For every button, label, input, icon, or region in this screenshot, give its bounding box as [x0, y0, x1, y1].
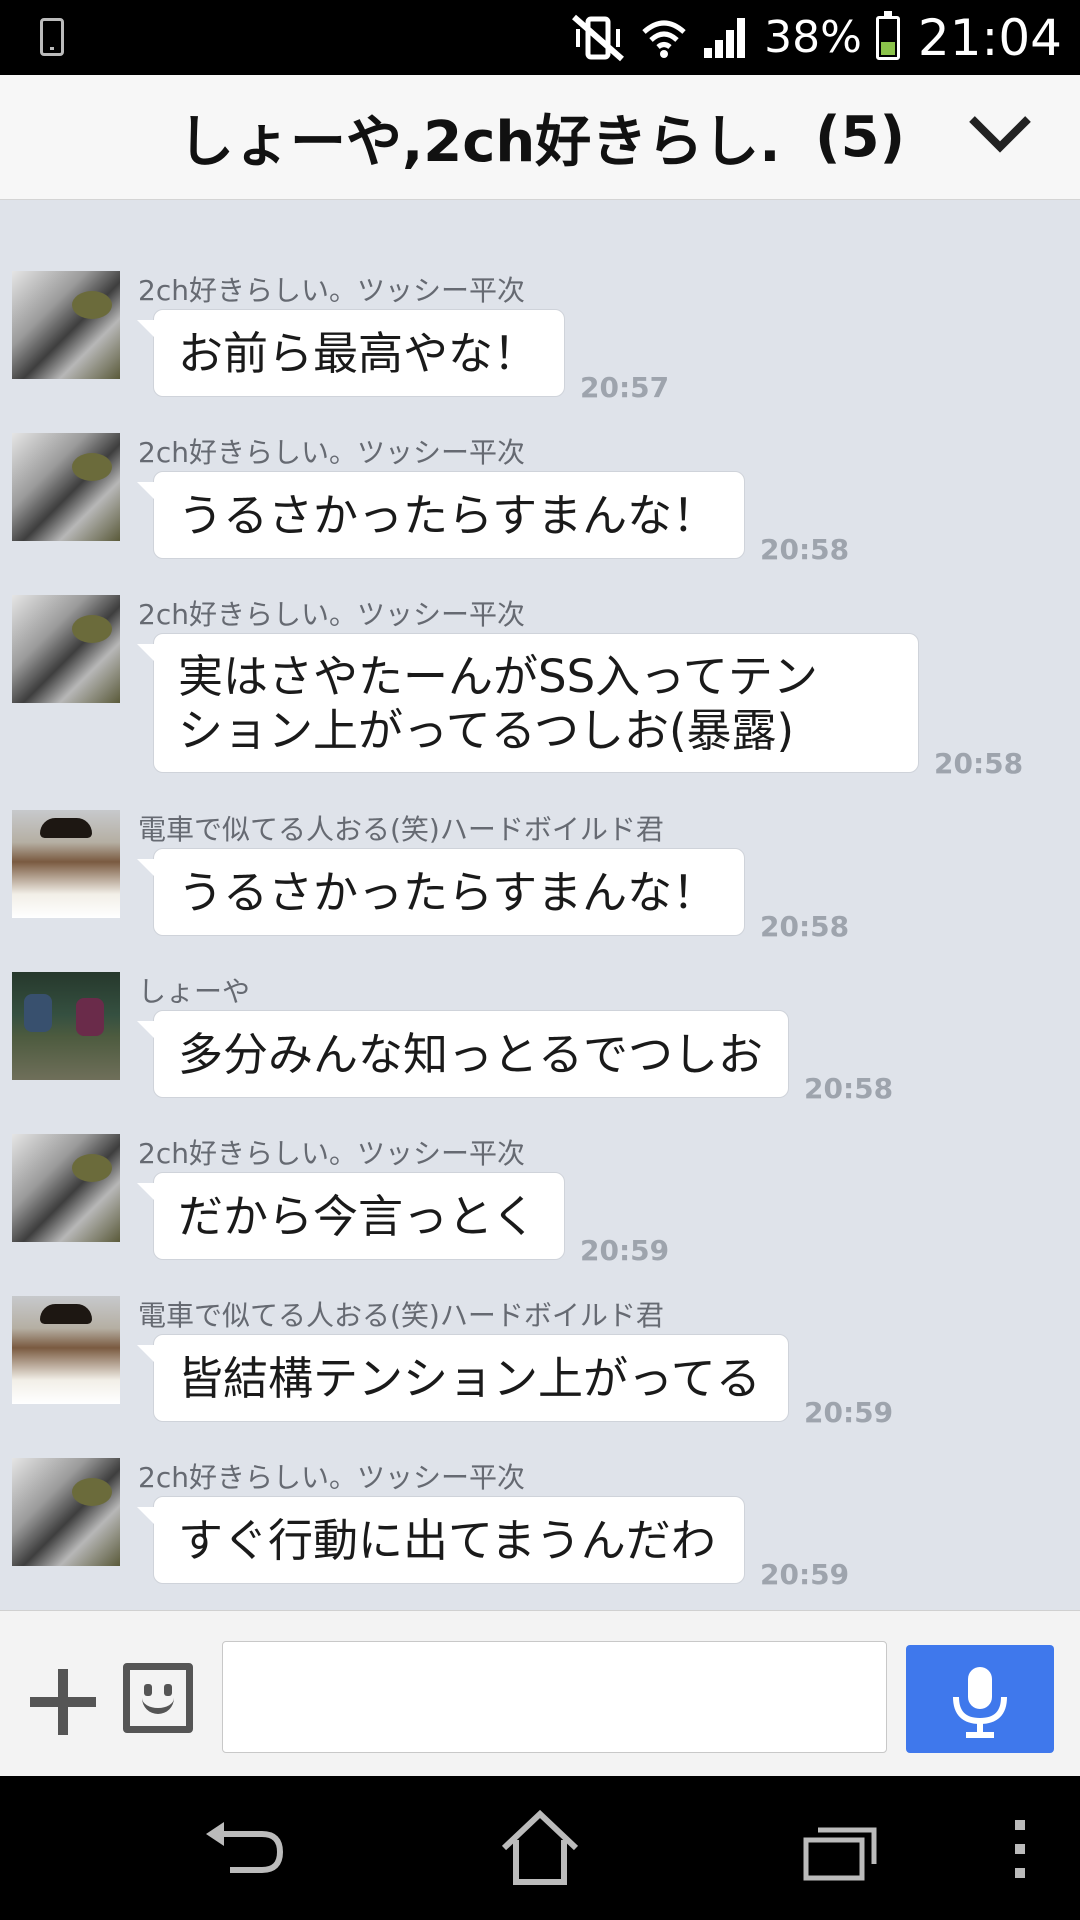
message-timestamp: 20:59 [804, 1396, 894, 1429]
message-text: うるさかったらすまんな！ [178, 489, 718, 542]
message-text: うるさかったらすまんな！ [178, 866, 718, 919]
message-timestamp: 20:57 [580, 371, 670, 404]
message-timestamp: 20:59 [760, 1558, 850, 1591]
avatar[interactable] [12, 271, 120, 379]
chat-header: しょーや,2ch好きらし... (5) [0, 75, 1080, 200]
message-text: お前ら最高やな！ [178, 327, 539, 380]
message-row: 電車で似てる人おる(笑)ハードボイルド君うるさかったらすまんな！ 20:58 [0, 808, 1080, 946]
message-timestamp: 20:58 [760, 533, 850, 566]
avatar[interactable] [12, 1296, 120, 1404]
message-list[interactable]: お前ら最高やな！ 20:572ch好きらしい。ツッシー平次お前ら最高やな！ 20:5… [0, 200, 1080, 1610]
message-timestamp: 20:59 [580, 1234, 670, 1267]
message-timestamp: 20:58 [760, 910, 850, 943]
message-timestamp: 20:58 [804, 1072, 894, 1105]
message-bubble[interactable]: うるさかったらすまんな！ [137, 471, 745, 559]
wifi-icon [642, 20, 686, 58]
input-bar [0, 1610, 1080, 1776]
avatar[interactable] [12, 1458, 120, 1566]
navigation-bar [0, 1776, 1080, 1920]
battery-icon [875, 10, 900, 60]
sender-name: 2ch好きらしい。ツッシー平次 [138, 598, 525, 631]
chat-title[interactable]: しょーや,2ch好きらし... [178, 97, 778, 178]
message-row: 2ch好きらしい。ツッシー平次すぐ行動に出てまうんだわ 20:59 [0, 1456, 1080, 1594]
message-input[interactable] [222, 1641, 887, 1753]
message-bubble[interactable]: だから今言っとく [137, 1172, 565, 1260]
avatar[interactable] [12, 810, 120, 918]
overflow-menu-icon[interactable] [1000, 1806, 1040, 1890]
sender-name: 2ch好きらしい。ツッシー平次 [138, 436, 525, 469]
message-text: 実はさやたーんがSS入ってテン ション上がってるつしお(暴露) [178, 650, 818, 757]
avatar[interactable] [12, 595, 120, 703]
message-text: すぐ行動に出てまうんだわ [178, 1514, 716, 1567]
message-row: 2ch好きらしい。ツッシー平次うるさかったらすまんな！ 20:58 [0, 431, 1080, 569]
battery-percent: 38% [764, 12, 862, 63]
message-bubble[interactable]: すぐ行動に出てまうんだわ [137, 1496, 745, 1584]
voice-button[interactable] [906, 1645, 1054, 1753]
phone-icon [40, 18, 64, 56]
avatar[interactable] [12, 1134, 120, 1242]
message-text: 多分みんな知っとるでつしお [178, 1028, 764, 1081]
avatar[interactable] [12, 972, 120, 1080]
member-count: (5) [815, 105, 906, 170]
back-icon[interactable] [200, 1806, 290, 1890]
vibrate-icon [572, 14, 625, 61]
emoji-icon[interactable] [123, 1663, 193, 1733]
chevron-down-icon[interactable] [968, 103, 1032, 163]
message-row: しょーや多分みんな知っとるでつしお 20:58 [0, 970, 1080, 1108]
message-row: 電車で似てる人おる(笑)ハードボイルド君皆結構テンション上がってる 20:59 [0, 1294, 1080, 1432]
recent-apps-icon[interactable] [800, 1806, 884, 1890]
message-bubble[interactable]: 皆結構テンション上がってる [137, 1334, 789, 1422]
sender-name: 2ch好きらしい。ツッシー平次 [138, 274, 525, 307]
sender-name: 2ch好きらしい。ツッシー平次 [138, 1461, 525, 1494]
message-bubble[interactable]: うるさかったらすまんな！ [137, 848, 745, 936]
message-text: 皆結構テンション上がってる [178, 1352, 761, 1405]
status-bar: 38% 21:04 [0, 0, 1080, 75]
home-icon[interactable] [498, 1806, 582, 1890]
sender-name: 電車で似てる人おる(笑)ハードボイルド君 [138, 813, 664, 846]
signal-icon [704, 17, 746, 58]
message-bubble[interactable]: お前ら最高やな！ [137, 309, 565, 397]
plus-icon[interactable] [30, 1669, 96, 1735]
microphone-icon [953, 1667, 1007, 1738]
sender-name: 電車で似てる人おる(笑)ハードボイルド君 [138, 1299, 664, 1332]
sender-name: 2ch好きらしい。ツッシー平次 [138, 1137, 525, 1170]
message-bubble[interactable]: 実はさやたーんがSS入ってテン ション上がってるつしお(暴露) [137, 633, 919, 773]
avatar[interactable] [12, 433, 120, 541]
message-timestamp: 20:58 [934, 747, 1024, 780]
message-row: 2ch好きらしい。ツッシー平次だから今言っとく 20:59 [0, 1132, 1080, 1270]
message-row: 2ch好きらしい。ツッシー平次お前ら最高やな！ 20:57 [0, 269, 1080, 407]
status-icons: 38% 21:04 [570, 0, 1062, 75]
sender-name: しょーや [138, 975, 251, 1008]
message-text: だから今言っとく [178, 1190, 537, 1243]
message-bubble[interactable]: 多分みんな知っとるでつしお [137, 1010, 789, 1098]
message-row: 2ch好きらしい。ツッシー平次実はさやたーんがSS入ってテン ション上がってるつ… [0, 593, 1080, 783]
clock: 21:04 [917, 8, 1062, 67]
